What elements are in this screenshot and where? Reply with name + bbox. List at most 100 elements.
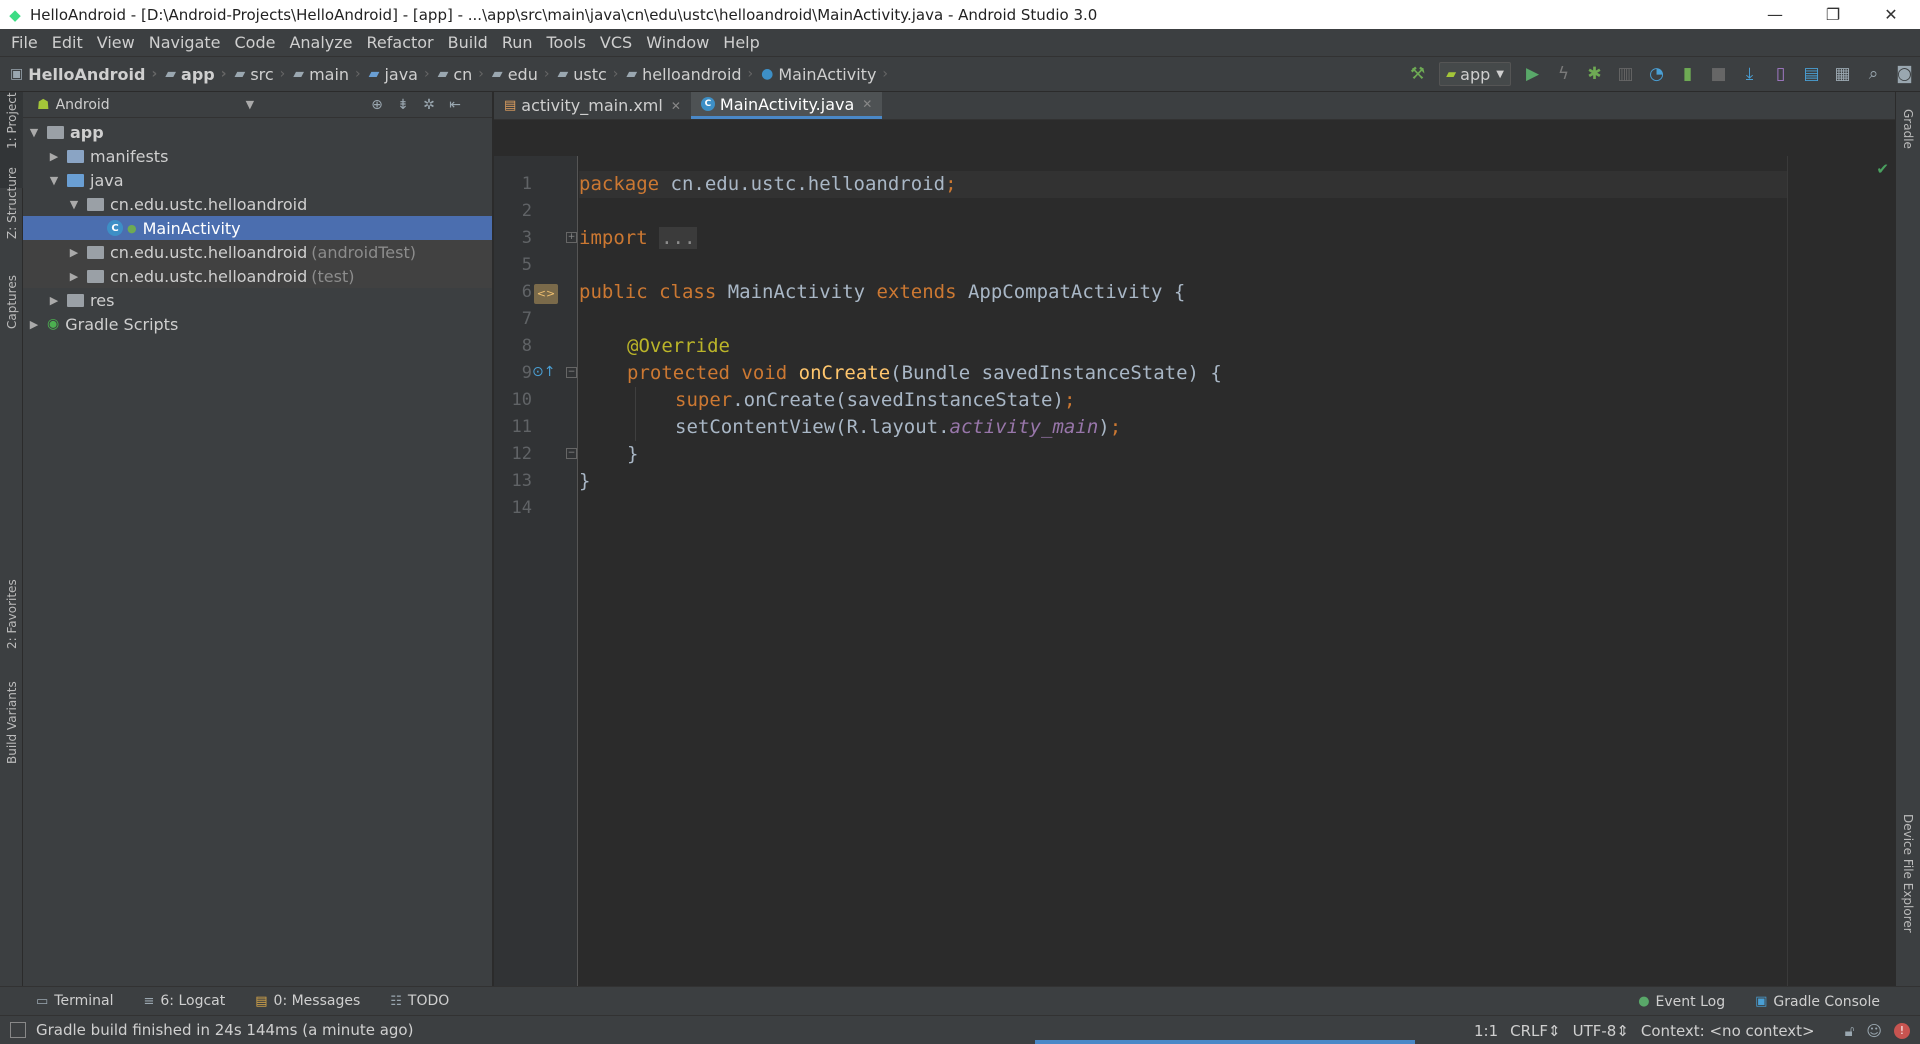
event-log-tool-button[interactable]: ● Event Log [1638,994,1725,1010]
menu-navigate[interactable]: Navigate [142,33,228,52]
tree-item-manifests[interactable]: ▶ manifests [23,144,492,168]
fold-toggle-icon[interactable]: + [566,232,577,243]
collapsed-arrow-icon[interactable]: ▶ [47,150,61,163]
user-icon[interactable]: ◙ [1889,60,1920,88]
messages-tool-button[interactable]: ▤ 0: Messages [255,993,360,1009]
context-indicator[interactable]: Context: <no context> [1641,1022,1815,1040]
expanded-arrow-icon[interactable]: ▼ [67,198,81,211]
crumb-main[interactable]: ▰ main › [293,65,368,84]
collapsed-arrow-icon[interactable]: ▶ [47,294,61,307]
menu-help[interactable]: Help [716,33,766,52]
lock-icon[interactable]: 🔓︎ [1845,1022,1855,1040]
gradle-console-tool-button[interactable]: ▣ Gradle Console [1755,994,1880,1010]
close-button[interactable]: ✕ [1862,0,1920,29]
collapsed-arrow-icon[interactable]: ▶ [67,270,81,283]
project-view-select[interactable]: Android [56,97,246,113]
collapsed-arrow-icon[interactable]: ▶ [67,246,81,259]
line-separator[interactable]: CRLF⇕ [1510,1022,1560,1040]
menu-view[interactable]: View [90,33,142,52]
tree-item-package-androidtest[interactable]: ▶ cn.edu.ustc.helloandroid (androidTest) [23,240,492,264]
hide-panel-icon[interactable]: ⇤ [442,97,468,113]
apply-changes-icon[interactable]: ϟ [1548,60,1579,88]
menu-window[interactable]: Window [639,33,716,52]
crumb-cn[interactable]: ▰ cn › [438,65,492,84]
code-line-1: package cn.edu.ustc.helloandroid; [579,171,1787,198]
layout-preview-icon[interactable]: <> [534,284,558,304]
run-with-coverage-icon[interactable]: ▥ [1610,60,1641,88]
fold-toggle-icon[interactable]: − [566,367,577,378]
chevron-down-icon[interactable]: ▼ [246,98,254,111]
build-variants-tool-label[interactable]: Build Variants [5,681,19,764]
crumb-ustc[interactable]: ▰ ustc › [557,65,626,84]
menu-tools[interactable]: Tools [540,33,593,52]
profile-icon[interactable]: ◔ [1641,60,1672,88]
access-modifier-icon: ● [127,221,137,235]
fold-end-icon[interactable]: − [566,448,577,459]
debug-icon[interactable]: ✱ [1579,60,1610,88]
tree-item-java[interactable]: ▼ java [23,168,492,192]
collapsed-arrow-icon[interactable]: ▶ [27,318,41,331]
error-badge-icon[interactable]: ! [1894,1022,1910,1039]
close-tab-icon[interactable]: ✕ [862,97,872,111]
override-marker-icon[interactable]: ⊙↑ [532,364,555,380]
terminal-tool-button[interactable]: ▭ Terminal [36,993,113,1009]
crumb-helloandroid[interactable]: ▰ helloandroid › [626,65,761,84]
tree-item-mainactivity[interactable]: C ● MainActivity [23,216,492,240]
expanded-arrow-icon[interactable]: ▼ [27,126,41,139]
menu-analyze[interactable]: Analyze [282,33,359,52]
file-encoding[interactable]: UTF-8⇕ [1573,1022,1629,1040]
crumb-app[interactable]: ▰ app › [165,65,234,84]
tab-activity-main-xml[interactable]: ▤ activity_main.xml ✕ [494,92,691,119]
expanded-arrow-icon[interactable]: ▼ [47,174,61,187]
crumb-src[interactable]: ▰ src › [235,65,294,84]
menu-refactor[interactable]: Refactor [360,33,441,52]
attach-debugger-icon[interactable]: ▮ [1672,60,1703,88]
run-icon[interactable]: ▶ [1517,60,1548,88]
minimize-button[interactable]: — [1746,0,1804,29]
favorites-tool-label[interactable]: 2: Favorites [5,579,19,649]
gradle-tool-label[interactable]: Gradle [1901,109,1915,149]
crumb-project[interactable]: ▣ HelloAndroid › [10,65,165,84]
project-tool-label[interactable]: 1: Project [5,92,19,149]
collapse-all-icon[interactable]: ⇟ [390,97,416,113]
tree-item-package-test[interactable]: ▶ cn.edu.ustc.helloandroid (test) [23,264,492,288]
avd-manager-icon[interactable]: ▯ [1765,60,1796,88]
inspection-icon[interactable]: ☺︎ [1866,1022,1882,1040]
menu-edit[interactable]: Edit [45,33,90,52]
close-tab-icon[interactable]: ✕ [671,99,681,113]
menu-code[interactable]: Code [228,33,283,52]
tab-mainactivity-java[interactable]: C MainActivity.java ✕ [690,92,883,119]
folded-imports[interactable]: ... [659,227,698,249]
project-structure-icon[interactable]: ▦ [1827,60,1858,88]
caret-position[interactable]: 1:1 [1474,1022,1498,1040]
structure-tool-label[interactable]: Z: Structure [5,167,19,239]
menu-vcs[interactable]: VCS [593,33,639,52]
crumb-java[interactable]: ▰ java › [369,65,438,84]
device-file-explorer-label[interactable]: Device File Explorer [1901,814,1915,933]
menu-file[interactable]: File [4,33,45,52]
tree-item-res[interactable]: ▶ res [23,288,492,312]
search-icon[interactable]: ⌕ [1858,60,1889,88]
stop-icon[interactable]: ■ [1703,60,1734,88]
tree-item-gradle-scripts[interactable]: ▶ ◉ Gradle Scripts [23,312,492,336]
sync-gradle-icon[interactable]: ⤓ [1734,60,1765,88]
logcat-tool-button[interactable]: ≡ 6: Logcat [143,993,225,1009]
tree-item-app[interactable]: ▼ app [23,120,492,144]
make-project-icon[interactable]: ⚒ [1402,60,1433,88]
crumb-edu[interactable]: ▰ edu › [492,65,558,84]
run-configuration-select[interactable]: ▰ app ▼ [1439,62,1511,86]
code-editor[interactable]: package cn.edu.ustc.helloandroid; import… [579,156,1787,986]
sdk-manager-icon[interactable]: ▤ [1796,60,1827,88]
no-problems-check-icon[interactable]: ✔ [1876,160,1889,178]
captures-tool-label[interactable]: Captures [5,275,19,329]
menu-build[interactable]: Build [441,33,495,52]
restore-button[interactable]: ❐ [1804,0,1862,29]
scroll-from-source-icon[interactable]: ⊕ [364,97,390,113]
todo-tool-button[interactable]: ☷ TODO [390,993,449,1009]
tree-item-package-main[interactable]: ▼ cn.edu.ustc.helloandroid [23,192,492,216]
menu-run[interactable]: Run [495,33,540,52]
toggle-tool-windows-icon[interactable] [10,1022,26,1038]
settings-gear-icon[interactable]: ✲ [416,97,442,113]
status-message[interactable]: Gradle build finished in 24s 144ms (a mi… [36,1021,413,1039]
crumb-mainactivity[interactable]: ● MainActivity › [761,65,896,84]
